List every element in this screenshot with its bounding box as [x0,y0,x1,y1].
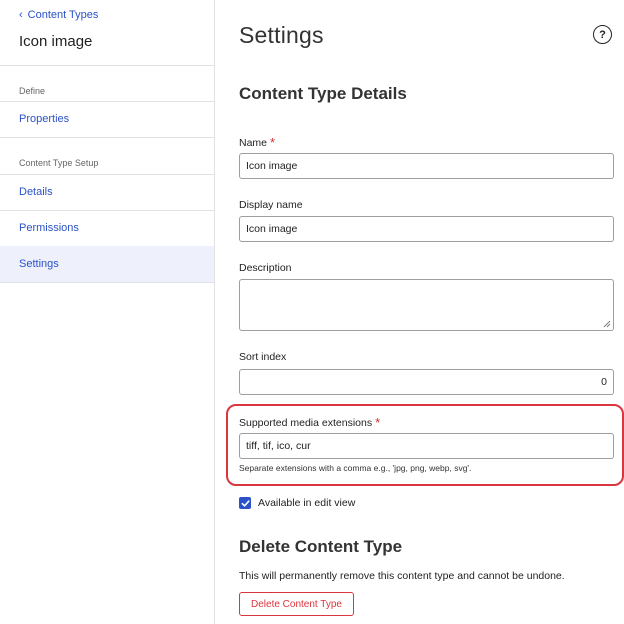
available-in-edit-view-label: Available in edit view [258,497,356,509]
display-name-input-value: Icon image [246,223,298,235]
available-in-edit-view-checkbox[interactable] [239,497,251,509]
help-icon[interactable]: ? [593,25,612,44]
page-title: Settings [239,22,324,48]
sidebar-item-settings[interactable]: Settings [0,246,214,282]
section-label-content-type-setup: Content Type Setup [19,158,99,168]
name-label: Name * [239,134,276,150]
sidebar-item-label: Properties [19,113,70,125]
name-label-text: Name [239,137,268,149]
name-input[interactable]: Icon image [239,153,614,179]
media-extensions-label-text: Supported media extensions [239,417,373,429]
display-name-input[interactable]: Icon image [239,216,614,242]
divider [0,137,214,138]
description-textarea[interactable] [239,279,614,331]
sidebar-item-properties[interactable]: Properties [0,101,214,137]
delete-content-type-button[interactable]: Delete Content Type [239,592,354,616]
sort-index-input-value: 0 [601,376,607,388]
sort-index-label: Sort index [239,351,287,363]
name-input-value: Icon image [246,160,298,172]
sidebar-item-permissions[interactable]: Permissions [0,210,214,246]
divider [0,65,214,66]
settings-panel: Settings ? Content Type Details Name * Ic… [215,0,624,624]
divider [0,282,214,283]
sidebar-item-details[interactable]: Details [0,174,214,210]
sidebar-item-label: Permissions [19,222,79,234]
sidebar-item-label: Details [19,186,53,198]
back-to-content-types-link[interactable]: ‹ Content Types [19,9,98,21]
resize-grip-icon[interactable] [603,320,611,328]
required-marker: * [270,135,276,150]
sidebar-title: Icon image [19,33,93,50]
section-label-define: Define [19,86,46,96]
media-extensions-helper: Separate extensions with a comma e.g., '… [239,463,472,473]
media-extensions-label: Supported media extensions * [239,414,381,430]
section-title-delete: Delete Content Type [239,537,403,556]
chevron-left-icon: ‹ [19,9,23,21]
back-link-label: Content Types [27,9,99,21]
media-extensions-input[interactable]: tiff, tif, ico, cur [239,433,614,459]
required-marker: * [375,415,381,430]
display-name-label: Display name [239,199,303,211]
sidebar-item-label: Settings [19,258,59,270]
sidebar: ‹ Content Types Icon image Define Proper… [0,0,215,624]
media-extensions-input-value: tiff, tif, ico, cur [246,440,311,452]
description-label: Description [239,262,292,274]
section-title-details: Content Type Details [239,84,407,103]
check-icon [241,499,250,507]
available-in-edit-view-row: Available in edit view [239,497,355,509]
sort-index-input[interactable]: 0 [239,369,614,395]
delete-description: This will permanently remove this conten… [239,570,565,582]
